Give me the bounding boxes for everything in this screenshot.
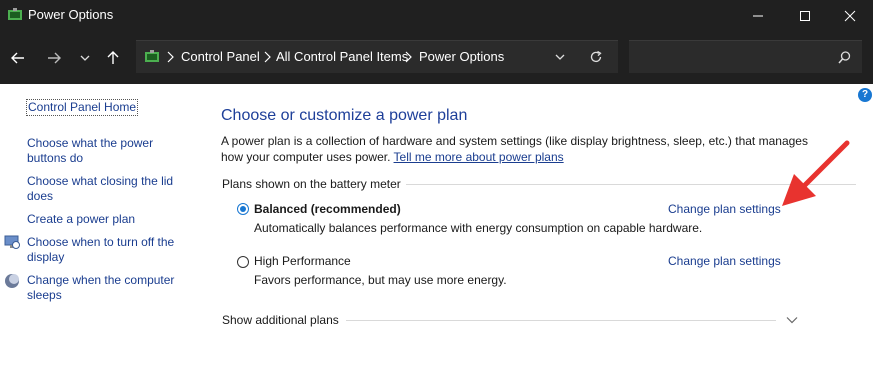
maximize-icon xyxy=(800,10,810,21)
sidebar-item-power-buttons[interactable]: Choose what the power buttons do xyxy=(27,136,167,166)
back-button[interactable] xyxy=(5,45,31,71)
minimize-icon xyxy=(753,15,763,16)
high-performance-plan-description: Favors performance, but may use more ene… xyxy=(254,273,507,287)
up-button[interactable] xyxy=(100,45,126,71)
breadcrumb-separator-icon xyxy=(405,51,412,63)
radio-selected-dot xyxy=(240,206,246,212)
arrow-up-icon xyxy=(107,51,119,64)
show-additional-plans-label[interactable]: Show additional plans xyxy=(222,313,339,327)
maximize-button[interactable] xyxy=(782,0,828,31)
forward-button[interactable] xyxy=(41,45,67,71)
tell-me-more-link[interactable]: Tell me more about power plans xyxy=(394,150,564,164)
title-bar: Power Options xyxy=(0,0,873,31)
display-monitor-icon xyxy=(4,235,20,249)
page-title: Choose or customize a power plan xyxy=(221,107,468,124)
high-performance-plan-name[interactable]: High Performance xyxy=(254,254,351,268)
address-box[interactable]: Control Panel All Control Panel Items Po… xyxy=(136,40,618,73)
breadcrumb-all-items[interactable]: All Control Panel Items xyxy=(276,49,408,64)
sidebar-item-turn-off-display[interactable]: Choose when to turn off the display xyxy=(27,235,187,265)
balanced-plan-name[interactable]: Balanced (recommended) xyxy=(254,202,401,216)
search-box[interactable] xyxy=(629,40,862,73)
change-plan-settings-balanced[interactable]: Change plan settings xyxy=(668,202,781,216)
close-icon xyxy=(844,10,856,21)
address-dropdown-icon[interactable] xyxy=(554,51,566,63)
arrow-right-icon xyxy=(48,52,61,64)
search-input[interactable] xyxy=(635,47,829,69)
sleep-moon-icon xyxy=(5,274,19,288)
search-icon[interactable] xyxy=(838,51,851,64)
change-plan-settings-high-performance[interactable]: Change plan settings xyxy=(668,254,781,268)
high-performance-plan-radio[interactable] xyxy=(237,256,249,268)
breadcrumb-control-panel[interactable]: Control Panel xyxy=(181,49,260,64)
window-title: Power Options xyxy=(28,7,114,22)
chevron-down-icon[interactable] xyxy=(786,314,798,326)
sidebar-item-closing-lid[interactable]: Choose what closing the lid does xyxy=(27,174,187,204)
arrow-left-icon xyxy=(11,52,24,64)
help-button[interactable]: ? xyxy=(858,88,872,102)
sidebar-item-computer-sleeps[interactable]: Change when the computer sleeps xyxy=(27,273,187,303)
sidebar-item-create-plan[interactable]: Create a power plan xyxy=(27,212,187,227)
annotation-arrow-icon xyxy=(782,140,850,206)
breadcrumb-separator-icon xyxy=(264,51,271,63)
minimize-button[interactable] xyxy=(735,0,781,31)
recent-locations-button[interactable] xyxy=(72,45,98,71)
chevron-down-icon xyxy=(80,55,90,61)
control-panel-icon xyxy=(145,50,159,62)
sidebar-item-home[interactable]: Control Panel Home xyxy=(26,99,139,116)
breadcrumb-power-options[interactable]: Power Options xyxy=(419,49,504,64)
balanced-plan-radio[interactable] xyxy=(237,203,249,215)
close-button[interactable] xyxy=(827,0,873,31)
power-options-app-icon xyxy=(8,8,22,20)
battery-meter-section-label: Plans shown on the battery meter xyxy=(222,177,401,191)
breadcrumb-separator-icon xyxy=(167,51,174,63)
refresh-icon[interactable] xyxy=(589,50,603,64)
page-description: A power plan is a collection of hardware… xyxy=(221,133,821,165)
balanced-plan-description: Automatically balances performance with … xyxy=(254,221,703,235)
additional-plans-divider xyxy=(346,320,776,321)
